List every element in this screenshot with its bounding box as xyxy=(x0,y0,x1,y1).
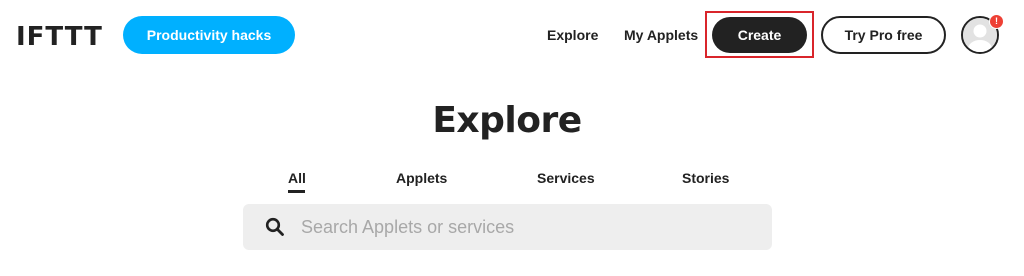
search-box[interactable] xyxy=(243,204,772,250)
active-tab-indicator xyxy=(288,190,305,193)
tab-applets[interactable]: Applets xyxy=(396,169,447,187)
search-icon xyxy=(265,217,284,236)
tab-all[interactable]: All xyxy=(288,169,306,187)
search-input[interactable] xyxy=(301,204,751,250)
tab-services[interactable]: Services xyxy=(537,169,595,187)
nav-my-applets-link[interactable]: My Applets xyxy=(624,26,698,44)
productivity-hacks-button[interactable]: Productivity hacks xyxy=(123,16,295,54)
page-title: Explore xyxy=(432,100,582,141)
page: IFTTT Productivity hacks Explore My Appl… xyxy=(0,0,1024,276)
tab-stories[interactable]: Stories xyxy=(682,169,729,187)
nav-explore-link[interactable]: Explore xyxy=(547,26,598,44)
ifttt-logo[interactable]: IFTTT xyxy=(16,22,103,52)
notification-badge: ! xyxy=(989,14,1004,29)
create-button[interactable]: Create xyxy=(712,17,807,53)
try-pro-free-button[interactable]: Try Pro free xyxy=(821,16,946,54)
